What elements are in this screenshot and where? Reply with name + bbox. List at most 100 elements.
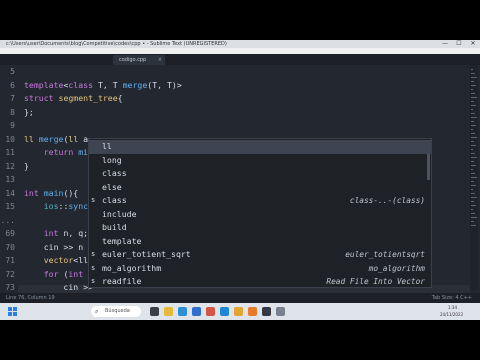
code-line[interactable]: vector<ll> xyxy=(24,254,93,268)
snippet-icon: s xyxy=(91,263,96,272)
store-icon[interactable] xyxy=(192,307,201,316)
minimize-button[interactable]: — xyxy=(438,40,452,48)
minimap-line xyxy=(471,73,475,74)
code-token: merge xyxy=(122,79,148,90)
maximize-button[interactable]: ☐ xyxy=(452,40,466,48)
task-view-icon[interactable] xyxy=(150,307,159,316)
vscode-icon[interactable] xyxy=(220,307,229,316)
code-line[interactable]: for (int i xyxy=(24,268,93,282)
code-line[interactable]: } xyxy=(24,160,29,174)
minimap-line xyxy=(471,173,475,174)
sublime-icon[interactable] xyxy=(248,307,257,316)
code-token: int xyxy=(43,228,59,238)
line-number: 14 xyxy=(5,188,15,198)
code-token: ( xyxy=(58,268,69,279)
autocomplete-item[interactable]: s readfile Read File Into Vector xyxy=(89,275,431,289)
minimap-line xyxy=(471,85,476,86)
line-number: 10 xyxy=(5,134,15,144)
code-line[interactable]: return min xyxy=(24,146,93,160)
code-line[interactable]: cin >> n xyxy=(24,241,83,255)
code-token: ll xyxy=(68,133,79,144)
minimap-line xyxy=(471,81,474,82)
code-line[interactable]: struct segment_tree{ xyxy=(24,92,123,106)
code-line[interactable]: ios::sync_ xyxy=(24,200,93,214)
minimap-line xyxy=(471,189,473,190)
status-syntax[interactable]: Tab Size: 4 C++ xyxy=(432,293,472,303)
code-token: (){ xyxy=(63,187,79,198)
code-token: int xyxy=(68,268,84,279)
line-number: 12 xyxy=(5,161,15,171)
autocomplete-label: else xyxy=(102,181,122,192)
line-number: 7 xyxy=(10,94,15,103)
autocomplete-item[interactable]: long xyxy=(89,154,431,168)
mail-icon[interactable] xyxy=(206,307,215,316)
tab-codigo-cpp[interactable]: codigo.cpp × xyxy=(113,55,165,65)
autocomplete-description: class-..-(class) xyxy=(349,196,425,205)
line-number: 13 xyxy=(5,175,15,184)
code-token: main xyxy=(43,187,64,198)
line-number: ... xyxy=(0,215,15,225)
autocomplete-label: include xyxy=(102,208,137,219)
autocomplete-item[interactable]: build xyxy=(89,221,431,235)
code-line[interactable]: int n, q; xyxy=(24,227,88,241)
tab-bar: codigo.cpp × xyxy=(0,54,480,65)
autocomplete-item[interactable]: else xyxy=(89,181,431,195)
autocomplete-item[interactable]: class xyxy=(89,167,431,181)
code-token: T, T xyxy=(93,79,123,90)
autocomplete-description: Read File Into Vector xyxy=(326,277,425,286)
minimap-line xyxy=(471,129,473,130)
minimap-line xyxy=(471,113,475,114)
edge-icon[interactable] xyxy=(178,307,187,316)
autocomplete-item[interactable]: s mo_algorithm mo_algorithm xyxy=(89,262,431,276)
code-token: template xyxy=(24,79,64,90)
code-token: n, q; xyxy=(58,228,89,238)
autocomplete-item[interactable]: s class class-..-(class) xyxy=(89,194,431,208)
code-token: cin >> n xyxy=(24,241,84,252)
code-line[interactable]: template<class T, T merge(T, T)> xyxy=(24,79,182,93)
code-token: merge xyxy=(38,133,64,144)
terminal-icon[interactable] xyxy=(262,307,271,316)
close-button[interactable]: ✕ xyxy=(466,40,480,48)
minimap-line xyxy=(471,193,475,194)
minimap-line xyxy=(471,145,476,146)
minimap-line xyxy=(471,89,473,90)
minimap-line xyxy=(471,133,475,134)
settings-icon[interactable] xyxy=(276,307,285,316)
line-number: 72 xyxy=(5,269,15,279)
clock-date[interactable]: 24/11/2023 xyxy=(440,311,463,319)
line-number: 15 xyxy=(5,202,15,211)
start-icon[interactable] xyxy=(8,307,17,316)
autocomplete-item[interactable]: template xyxy=(89,235,431,249)
minimap[interactable] xyxy=(470,65,478,290)
autocomplete-popup[interactable]: ll long class else s class class-..-(class) inc… xyxy=(88,138,432,288)
file-explorer-icon[interactable] xyxy=(164,307,173,316)
line-number: 8 xyxy=(10,107,15,117)
autocomplete-item[interactable]: s euler_totient_sqrt euler_totientsqrt xyxy=(89,248,431,262)
minimap-line xyxy=(471,69,473,70)
code-token: ll xyxy=(24,133,34,144)
code-line[interactable]: ll merge(ll a, xyxy=(24,133,93,147)
minimap-line xyxy=(471,97,477,98)
taskbar-search-input[interactable]: ⌕ Búsqueda xyxy=(91,306,141,317)
autocomplete-item[interactable]: include xyxy=(89,208,431,222)
code-token: cin >> xyxy=(24,282,94,292)
autocomplete-description: euler_totientsqrt xyxy=(345,250,425,259)
minimap-line xyxy=(471,141,474,142)
snippet-icon: s xyxy=(91,277,96,285)
code-line[interactable]: }; xyxy=(24,106,34,120)
line-number: 9 xyxy=(10,121,15,130)
code-line[interactable]: int main(){ xyxy=(24,187,78,201)
window-title: c:\Users\user\Documents\blog\Competitive… xyxy=(6,41,227,47)
tab-close-icon[interactable]: × xyxy=(158,55,162,65)
chrome-icon[interactable] xyxy=(234,307,243,316)
autocomplete-label: euler_totient_sqrt xyxy=(102,249,191,259)
minimap-line xyxy=(471,117,477,118)
minimap-line xyxy=(471,225,476,226)
code-token: class xyxy=(68,79,94,90)
autocomplete-description: mo_algorithm xyxy=(368,263,425,273)
autocomplete-item[interactable]: ll xyxy=(89,140,431,154)
